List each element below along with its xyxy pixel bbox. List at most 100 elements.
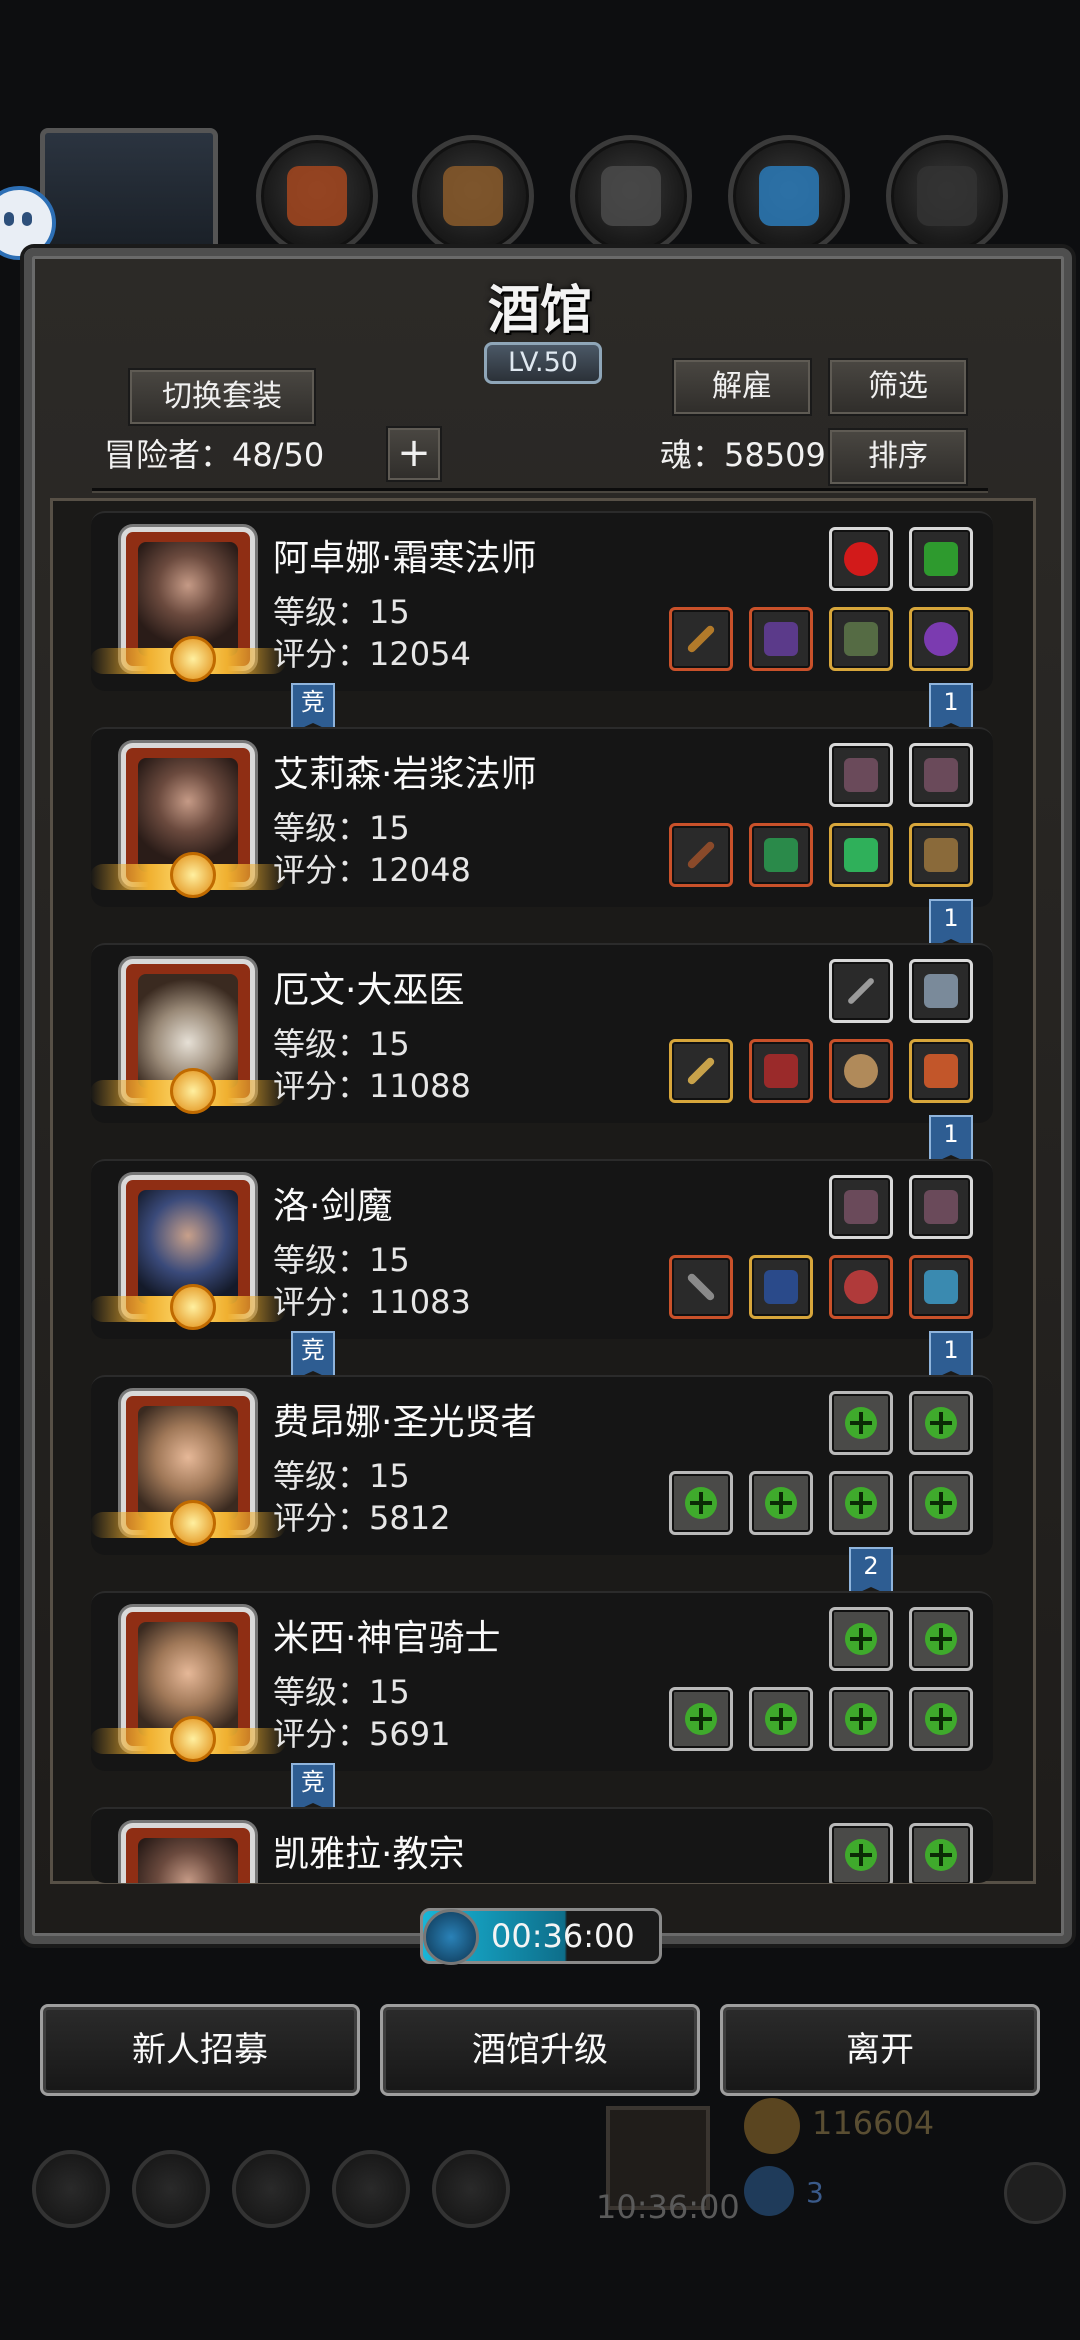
empty-slot-plus-icon[interactable] [909,1687,973,1751]
arena-tag: 竞 [291,1763,335,1813]
rank-badge: 1 [929,683,973,733]
hero-score: 评分：5812 [273,1499,451,1537]
bracer-equip-icon[interactable] [909,1255,973,1319]
feather-slot-icon[interactable] [909,743,973,807]
star-medal-icon [170,1716,216,1762]
hero-score: 评分：11088 [273,1067,471,1105]
sword-equip-icon[interactable] [669,1255,733,1319]
empty-slot-plus-icon[interactable] [909,1607,973,1671]
leave-button[interactable]: 离开 [720,2004,1040,2096]
add-slot-button[interactable]: + [386,426,442,482]
recruit-button[interactable]: 新人招募 [40,2004,360,2096]
mask-equip-icon[interactable] [909,823,973,887]
sort-button[interactable]: 排序 [828,428,968,486]
amulet-equip-icon[interactable] [909,1039,973,1103]
empty-slot-plus-icon[interactable] [669,1471,733,1535]
mail-icon[interactable] [332,2150,410,2228]
clock-icon [423,1909,479,1965]
hero-portrait[interactable] [90,1175,286,1330]
feather-slot-icon[interactable] [829,1175,893,1239]
switch-outfit-button[interactable]: 切换套装 [128,368,316,426]
timer-text: 00:36:00 [491,1917,635,1955]
adventurer-count: 冒险者：48/50 [104,436,325,474]
armor-equip-icon[interactable] [749,1039,813,1103]
empty-slot-plus-icon[interactable] [829,1471,893,1535]
hero-row[interactable]: 阿卓娜·霜寒法师 等级：15 评分：12054 [90,511,993,691]
empty-slot-plus-icon[interactable] [829,1823,893,1883]
arena-tag: 竞 [291,683,335,733]
empty-slot-plus-icon[interactable] [829,1607,893,1671]
stone-resource-icon[interactable] [570,135,692,257]
gift-timer: 10:36:00 [596,2188,740,2226]
staff-equip-icon[interactable] [669,823,733,887]
soul-count: 魂：58509 [660,436,826,474]
emblem-slot-icon[interactable] [909,959,973,1023]
tavern-title: 酒馆 [487,280,592,341]
armor-equip-icon[interactable] [749,823,813,887]
rune-slot-icon[interactable] [909,527,973,591]
hero-portrait[interactable] [90,1391,286,1546]
wood-resource-icon[interactable] [412,135,534,257]
hero-name: 艾莉森·岩浆法师 [273,754,537,795]
helmet-equip-icon[interactable] [749,607,813,671]
hero-row[interactable]: 艾莉森·岩浆法师 等级：15 评分：12048 [90,727,993,907]
star-medal-icon [170,852,216,898]
settings-icon[interactable] [32,2150,110,2228]
scepter-equip-icon[interactable] [669,1039,733,1103]
recruit-timer: 00:36:00 [420,1908,662,1965]
header-divider [92,488,988,493]
empty-slot-plus-icon[interactable] [909,1471,973,1535]
empty-slot-plus-icon[interactable] [669,1687,733,1751]
empty-slot-plus-icon[interactable] [829,1391,893,1455]
rank-badge: 1 [929,1115,973,1165]
gem-equip-icon[interactable] [829,823,893,887]
hero-name: 米西·神官骑士 [273,1618,501,1659]
upgrade-tavern-button[interactable]: 酒馆升级 [380,2004,700,2096]
hero-row[interactable]: 凯雅拉·教宗 [91,1807,993,1883]
shield-equip-icon[interactable] [829,1039,893,1103]
armor-equip-icon[interactable] [829,607,893,671]
empty-slot-plus-icon[interactable] [829,1687,893,1751]
filter-button[interactable]: 筛选 [828,358,968,416]
feather-slot-icon[interactable] [829,743,893,807]
sword-slot-icon[interactable] [829,959,893,1023]
add-currency-icon[interactable] [1004,2162,1066,2224]
staff-equip-icon[interactable] [669,607,733,671]
hero-portrait[interactable] [90,527,286,682]
hero-portrait[interactable] [90,959,286,1114]
hero-list[interactable]: 阿卓娜·霜寒法师 等级：15 评分：12054 竞 1 艾莉森·岩浆法师 等级：… [50,498,1036,1884]
hero-level: 等级：15 [273,1025,410,1063]
meat-resource-icon[interactable] [256,135,378,257]
star-medal-icon [170,1068,216,1114]
hero-name: 凯雅拉·教宗 [273,1834,465,1875]
orb-equip-icon[interactable] [909,607,973,671]
empty-slot-plus-icon[interactable] [909,1391,973,1455]
helmet-equip-icon[interactable] [829,1255,893,1319]
build-icon[interactable] [432,2150,510,2228]
star-medal-icon [170,636,216,682]
hero-row[interactable]: 厄文·大巫医 等级：15 评分：11088 [90,943,993,1123]
hero-level: 等级：15 [273,1241,410,1279]
hero-row[interactable]: 米西·神官骑士 等级：15 评分：5691 [90,1591,993,1771]
hero-row[interactable]: 费昂娜·圣光贤者 等级：15 评分：5812 [90,1375,993,1555]
empty-slot-plus-icon[interactable] [749,1687,813,1751]
hero-portrait[interactable] [90,743,286,898]
cloak-equip-icon[interactable] [749,1255,813,1319]
bag-icon[interactable] [232,2150,310,2228]
gem-amount: 3 [806,2176,824,2209]
iron-resource-icon[interactable] [886,135,1008,257]
crystal-resource-icon[interactable] [728,135,850,257]
gem-slot-icon[interactable] [829,527,893,591]
star-medal-icon [170,1284,216,1330]
feather-slot-icon[interactable] [909,1175,973,1239]
hero-name: 阿卓娜·霜寒法师 [273,538,537,579]
empty-slot-plus-icon[interactable] [749,1471,813,1535]
hero-portrait[interactable] [90,1607,286,1762]
empty-slot-plus-icon[interactable] [909,1823,973,1883]
hero-level: 等级：15 [273,1673,410,1711]
dismiss-button[interactable]: 解雇 [672,358,812,416]
hero-portrait[interactable] [121,1823,255,1883]
hero-score: 评分：12048 [273,851,471,889]
hero-row[interactable]: 洛·剑魔 等级：15 评分：11083 [90,1159,993,1339]
hero-icon[interactable] [132,2150,210,2228]
